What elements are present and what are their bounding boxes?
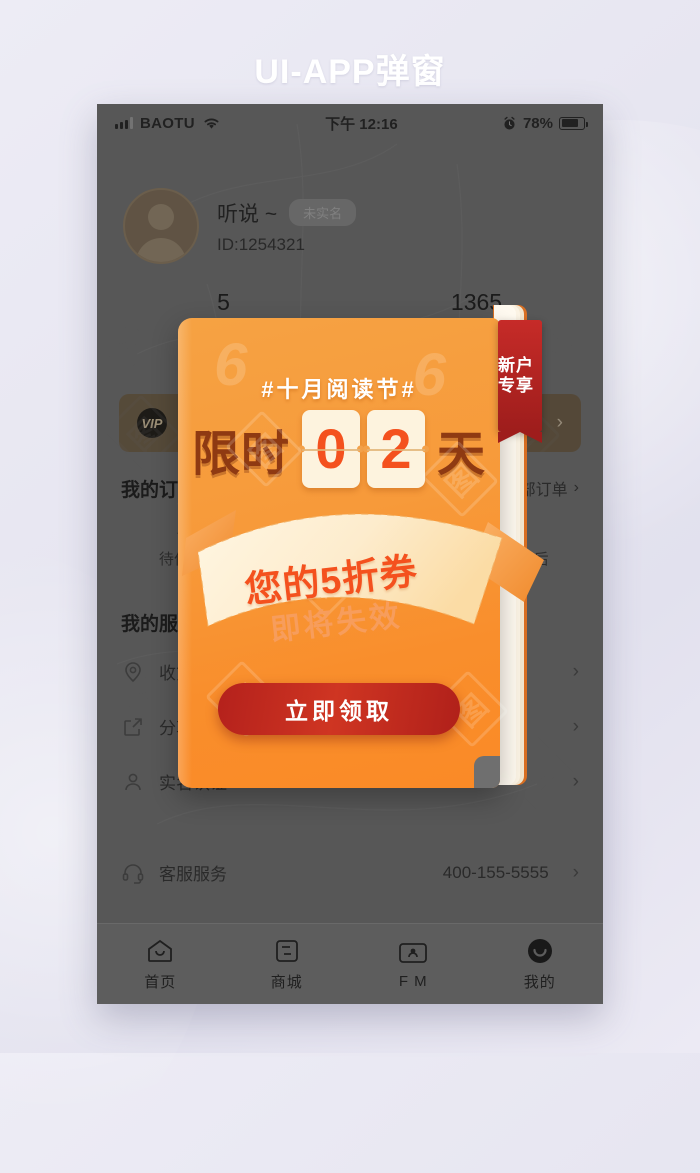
countdown: 限时 0 2 天 bbox=[178, 410, 500, 488]
new-user-ribbon: 新户专享 bbox=[498, 320, 542, 443]
coupon-banner: 您的5折券 即将失效 bbox=[152, 496, 552, 672]
ribbon-text: 新户专享 bbox=[498, 356, 534, 395]
countdown-digit: 2 bbox=[380, 417, 412, 480]
countdown-digit: 0 bbox=[315, 417, 347, 480]
countdown-digit-card: 0 bbox=[298, 410, 364, 488]
festival-title: #十月阅读节# bbox=[261, 377, 417, 402]
promo-popup: 新户专享 #十月阅读节# 限时 0 2 天 您的5折券 即将失效 立即领取 bbox=[178, 300, 544, 805]
countdown-suffix: 天 bbox=[437, 428, 487, 481]
countdown-digit-card: 2 bbox=[363, 410, 429, 488]
phone-mockup: BAOTU 下午 12:16 78% 听说 ~ 未实名 ID:1254321 5… bbox=[97, 104, 603, 1004]
claim-button[interactable]: 立即领取 bbox=[218, 683, 460, 735]
countdown-prefix: 限时 bbox=[191, 428, 290, 481]
page-title: UI-APP弹窗 bbox=[254, 53, 446, 91]
